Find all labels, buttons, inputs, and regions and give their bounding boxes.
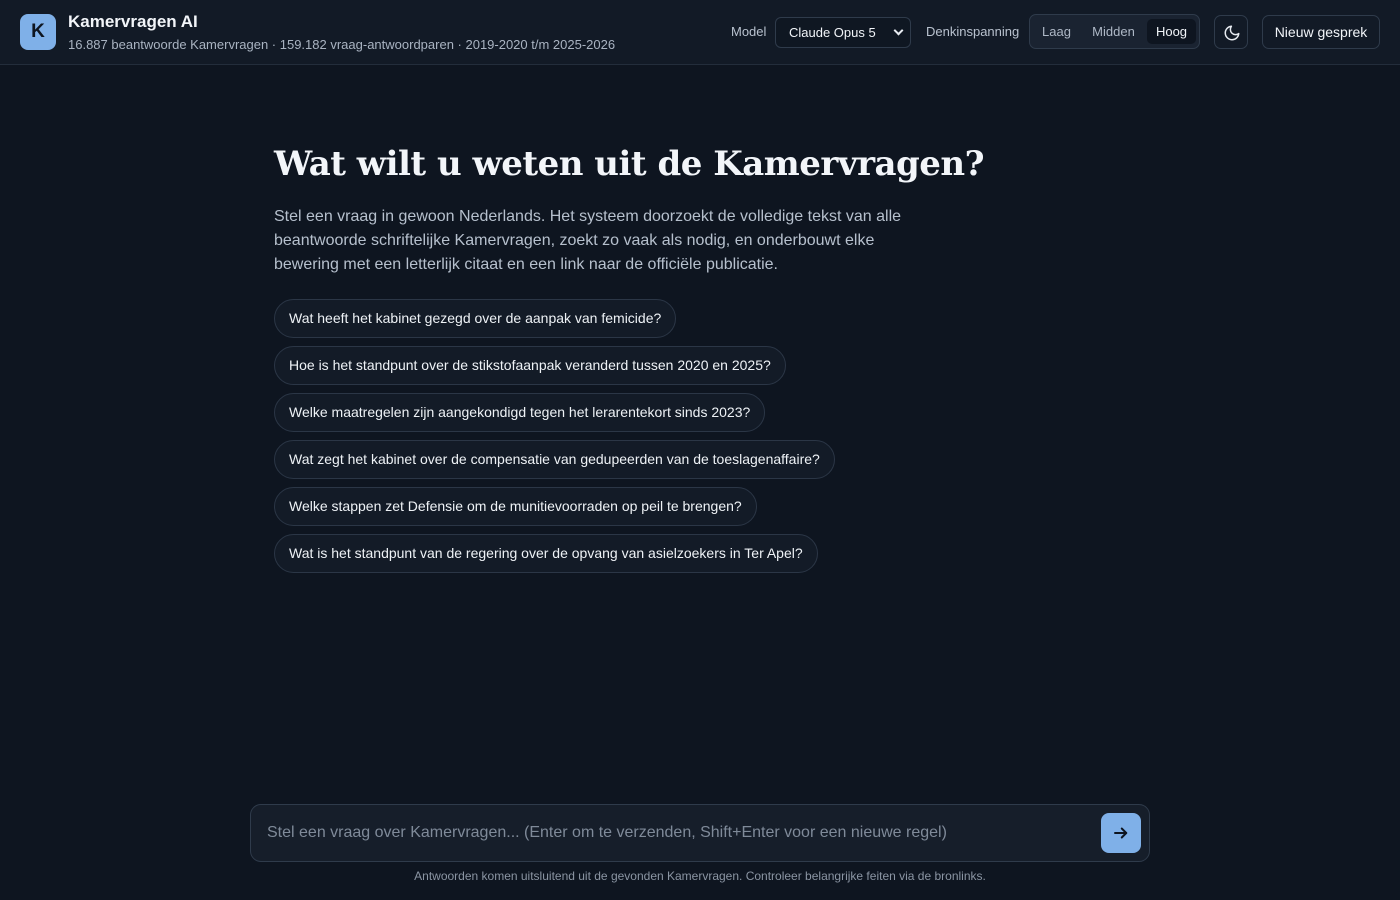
message-input[interactable] — [267, 805, 1087, 861]
send-button[interactable] — [1101, 813, 1141, 853]
model-label: Model — [731, 24, 767, 39]
suggestion-list: Wat heeft het kabinet gezegd over de aan… — [274, 299, 835, 581]
effort-label: Denkinspanning — [926, 24, 1020, 39]
suggestion-chip[interactable]: Wat heeft het kabinet gezegd over de aan… — [274, 299, 677, 338]
top-bar: K Kamervragen AI 16.887 beantwoorde Kame… — [0, 0, 1400, 65]
app-logo: K — [20, 14, 56, 50]
app-title: Kamervragen AI — [68, 12, 198, 31]
disclaimer-note: Antwoorden komen uitsluitend uit de gevo… — [414, 869, 986, 883]
page-description: Stel een vraag in gewoon Nederlands. Het… — [274, 208, 902, 273]
moon-icon — [1224, 25, 1240, 41]
message-composer — [250, 804, 1150, 862]
effort-option-hoog[interactable]: Hoog — [1147, 19, 1196, 44]
suggestion-chip[interactable]: Wat zegt het kabinet over de compensatie… — [274, 440, 835, 479]
model-select[interactable]: Claude Opus 5 — [775, 17, 911, 48]
app-stats-subtitle: 16.887 beantwoorde Kamervragen · 159.182… — [68, 37, 616, 52]
page-title: Wat wilt u weten uit de Kamervragen? — [274, 144, 985, 184]
arrow-right-icon — [1114, 827, 1128, 839]
suggestion-chip[interactable]: Wat is het standpunt van de regering ove… — [274, 534, 818, 573]
suggestion-chip[interactable]: Hoe is het standpunt over de stikstofaan… — [274, 346, 786, 385]
chevron-down-icon — [893, 25, 904, 36]
effort-option-laag[interactable]: Laag — [1034, 19, 1079, 44]
effort-option-midden[interactable]: Midden — [1083, 19, 1144, 44]
suggestion-chip[interactable]: Welke maatregelen zijn aangekondigd tege… — [274, 393, 766, 432]
model-select-value: Claude Opus 5 — [789, 25, 876, 40]
suggestion-chip[interactable]: Welke stappen zet Defensie om de munitie… — [274, 487, 757, 526]
new-chat-button[interactable]: Nieuw gesprek — [1262, 15, 1380, 49]
theme-toggle-button[interactable] — [1214, 15, 1248, 49]
effort-segmented-control: Laag Midden Hoog — [1029, 14, 1200, 49]
